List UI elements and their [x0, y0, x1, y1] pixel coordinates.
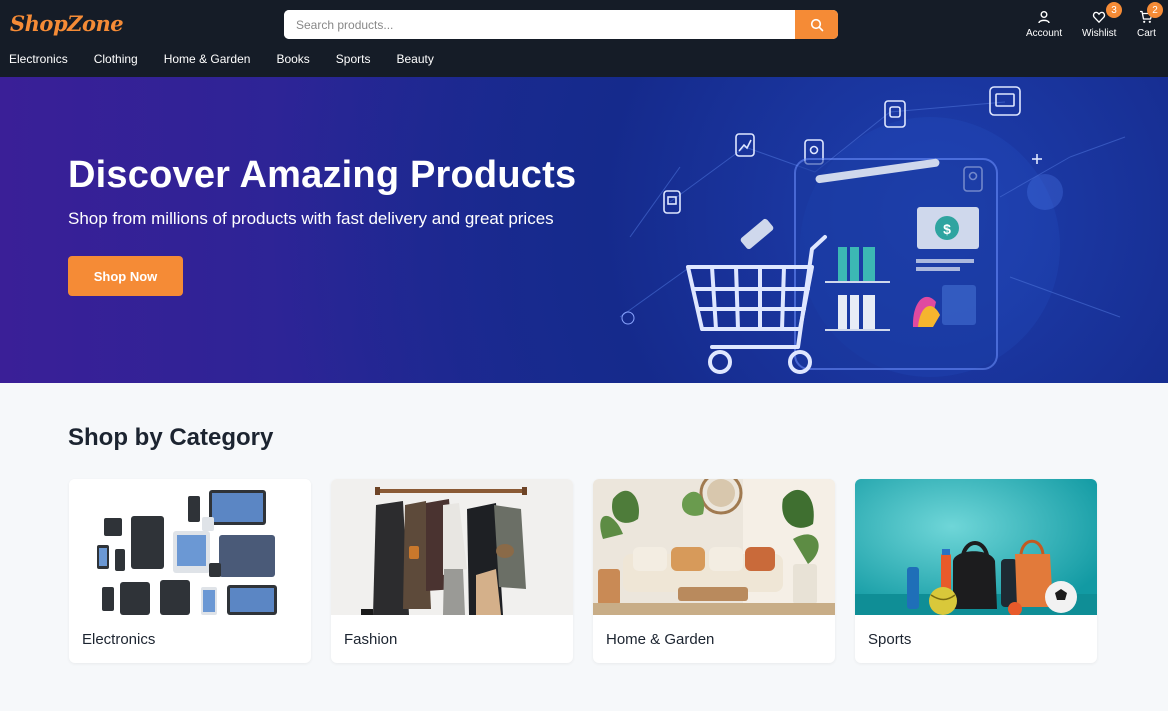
category-label: Sports — [868, 631, 912, 648]
account-label: Account — [1026, 28, 1063, 39]
search-input[interactable] — [284, 10, 795, 39]
shop-now-button[interactable]: Shop Now — [68, 256, 183, 296]
clothing-rack-image — [331, 479, 573, 615]
hero-title: Discover Amazing Products — [68, 154, 577, 196]
category-label: Home & Garden — [606, 631, 715, 648]
heart-icon — [1093, 11, 1106, 24]
category-section-title: Shop by Category — [68, 424, 274, 451]
category-card-home-garden[interactable]: Home & Garden — [593, 479, 835, 663]
nav-item-clothing[interactable]: Clothing — [94, 52, 138, 70]
living-room-plants-image — [593, 479, 835, 615]
wishlist-label: Wishlist — [1082, 28, 1117, 39]
category-nav: Electronics Clothing Home & Garden Books… — [0, 52, 450, 70]
nav-item-books[interactable]: Books — [276, 52, 309, 70]
category-label: Electronics — [82, 631, 156, 648]
account-button[interactable]: Account — [1026, 10, 1062, 39]
search-icon — [810, 18, 823, 31]
category-card-fashion[interactable]: Fashion — [331, 479, 573, 663]
nav-item-beauty[interactable]: Beauty — [396, 52, 433, 70]
wishlist-count-badge: 3 — [1106, 2, 1122, 18]
svg-text:$: $ — [943, 221, 951, 237]
search-button[interactable] — [795, 10, 838, 39]
sports-gear-image — [855, 479, 1097, 615]
nav-item-electronics[interactable]: Electronics — [9, 52, 68, 70]
cart-button[interactable]: Cart 2 — [1137, 2, 1163, 39]
top-header: ShopZone Account Wishlist 3 Cart 2 Elect… — [0, 0, 1168, 77]
shopping-cart-illustration: $ — [619, 86, 1126, 377]
cart-label: Cart — [1137, 28, 1156, 39]
hero-banner: Discover Amazing Products Shop from mill… — [0, 77, 1168, 383]
category-label: Fashion — [344, 631, 398, 648]
user-icon — [1038, 11, 1050, 24]
nav-item-home-garden[interactable]: Home & Garden — [164, 52, 251, 70]
category-card-sports[interactable]: Sports — [855, 479, 1097, 663]
search-bar — [284, 10, 838, 39]
hero-subtitle: Shop from millions of products with fast… — [68, 209, 554, 228]
electronics-devices-image — [69, 479, 311, 615]
site-logo[interactable]: ShopZone — [10, 11, 124, 36]
cart-count-badge: 2 — [1147, 2, 1163, 18]
category-card-electronics[interactable]: Electronics — [69, 479, 311, 663]
wishlist-button[interactable]: Wishlist 3 — [1082, 2, 1122, 39]
nav-item-sports[interactable]: Sports — [336, 52, 371, 70]
